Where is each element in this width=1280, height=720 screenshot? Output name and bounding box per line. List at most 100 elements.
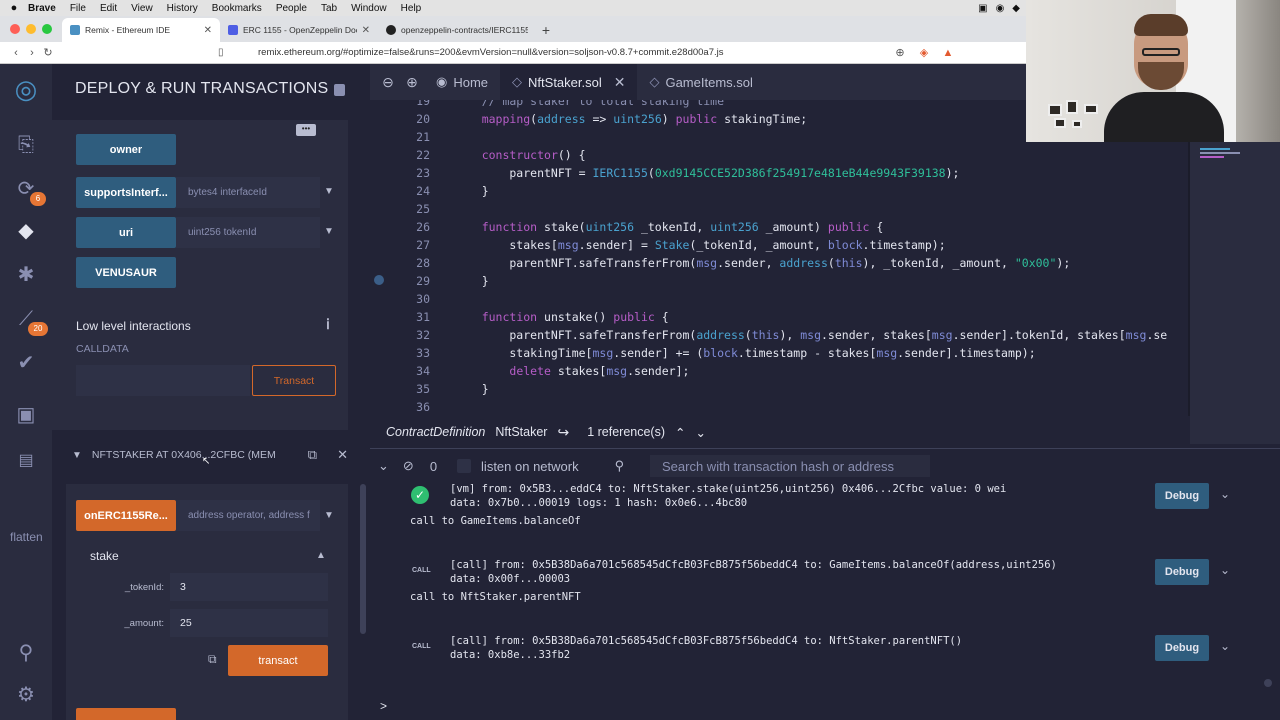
remix-logo-icon[interactable]: ◎ <box>13 76 39 102</box>
code-line[interactable]: 33 stakingTime[msg.sender] += (block.tim… <box>370 344 1190 362</box>
menubar-window[interactable]: Window <box>351 3 387 14</box>
close-tab-icon[interactable]: ✕ <box>204 25 212 36</box>
unit-testing-icon[interactable]: ✔ <box>13 350 39 376</box>
deploy-run-icon[interactable]: ◆ <box>13 218 39 244</box>
onreceived-params-input[interactable]: address operator, address f <box>176 500 320 531</box>
menubar-history[interactable]: History <box>167 3 198 14</box>
zoom-icon[interactable]: ⊕ <box>892 46 908 59</box>
code-line[interactable]: 22 constructor() { <box>370 146 1190 164</box>
editor-minimap[interactable] <box>1190 140 1280 444</box>
maximize-window-icon[interactable] <box>42 24 52 34</box>
back-icon[interactable]: ‹ <box>8 47 24 59</box>
log-line-1[interactable]: [call] from: 0x5B38Da6a701c568545dCfcB03… <box>450 635 962 647</box>
supportsinterface-button[interactable]: supportsInterf... <box>76 177 176 208</box>
code-editor[interactable]: 19 // map staker to total staking time 20… <box>370 100 1190 416</box>
terminal-search-input[interactable]: Search with transaction hash or address <box>650 455 930 477</box>
chevron-down-icon[interactable]: ⌄ <box>696 425 706 440</box>
debug-button[interactable]: Debug <box>1155 559 1209 585</box>
owner-button[interactable]: owner <box>76 134 176 165</box>
terminal-prompt[interactable]: > <box>380 699 387 713</box>
chevron-down-icon[interactable]: ▼ <box>72 450 82 461</box>
code-line[interactable]: 27 stakes[msg.sender] = Stake(_tokenId, … <box>370 236 1190 254</box>
code-line[interactable]: 28 parentNFT.safeTransferFrom(msg.sender… <box>370 254 1190 272</box>
menubar-bookmarks[interactable]: Bookmarks <box>212 3 262 14</box>
info-icon[interactable]: ⅰ <box>326 316 330 333</box>
tokenid-param-input[interactable]: 3 <box>170 573 328 601</box>
chevron-up-icon[interactable]: ▲ <box>316 550 326 561</box>
panel-docs-icon[interactable] <box>334 84 345 96</box>
tokenid-input[interactable]: uint256 tokenId <box>176 217 320 248</box>
chevron-down-icon[interactable]: ⌄ <box>1220 639 1230 653</box>
log-line-1[interactable]: [vm] from: 0x5B3...eddC4 to: NftStaker.s… <box>450 483 1006 495</box>
plugin-manager-icon[interactable]: ⚲ <box>13 640 39 666</box>
chevron-up-icon[interactable]: ⌃ <box>675 425 685 440</box>
apple-icon[interactable]: ● <box>0 2 28 14</box>
clear-terminal-icon[interactable]: ⊘ <box>403 458 414 474</box>
menubar-people[interactable]: People <box>276 3 307 14</box>
next-function-button[interactable] <box>76 708 176 720</box>
amount-param-input[interactable]: 25 <box>170 609 328 637</box>
minimize-window-icon[interactable] <box>26 24 36 34</box>
chevron-down-icon[interactable]: ⌄ <box>1220 487 1230 501</box>
stake-transact-button[interactable]: transact <box>228 645 328 676</box>
deployed-instance-header[interactable]: ▼ NFTSTAKER AT 0X406...2CFBC (MEM ⧉ ✕ <box>66 442 348 468</box>
browser-tab-remix[interactable]: Remix - Ethereum IDE ✕ <box>62 18 220 42</box>
zoom-in-icon[interactable]: ⊕ <box>400 74 424 91</box>
low-level-transact-button[interactable]: Transact <box>252 365 336 396</box>
terminal-scrollbar[interactable] <box>1264 679 1272 687</box>
bookmark-icon[interactable]: ▯ <box>218 47 224 58</box>
collapse-terminal-icon[interactable]: ⌄ <box>378 458 389 474</box>
new-tab-icon[interactable]: + <box>536 18 556 42</box>
url-field[interactable]: remix.ethereum.org/#optimize=false&runs=… <box>258 47 724 58</box>
reload-icon[interactable]: ↻ <box>40 46 56 59</box>
brave-rewards-icon[interactable]: ▲ <box>940 47 956 59</box>
close-tab-icon[interactable]: ✕ <box>362 25 370 36</box>
more-options-icon[interactable]: ••• <box>296 124 316 136</box>
panel-scrollbar[interactable] <box>360 484 366 634</box>
calldata-input[interactable] <box>76 365 250 396</box>
chevron-down-icon[interactable]: ⌄ <box>1220 563 1230 577</box>
code-line[interactable]: 25 <box>370 200 1190 218</box>
zoom-out-icon[interactable]: ⊖ <box>376 74 400 91</box>
browser-tab-github[interactable]: openzeppelin-contracts/IERC1155R <box>378 18 536 42</box>
venusaur-button[interactable]: VENUSAUR <box>76 257 176 288</box>
code-line[interactable]: 34 delete stakes[msg.sender]; <box>370 362 1190 380</box>
file-explorer-icon[interactable]: ⎘ <box>13 132 39 158</box>
breakpoint-icon[interactable] <box>374 275 384 285</box>
debug-button[interactable]: Debug <box>1155 483 1209 509</box>
brave-shield-icon[interactable]: ◈ <box>916 46 932 59</box>
close-icon[interactable]: ✕ <box>337 447 348 463</box>
settings-gear-icon[interactable]: ⚙ <box>13 682 39 708</box>
browser-tab-oz-docs[interactable]: ERC 1155 - OpenZeppelin Docs ✕ <box>220 18 378 42</box>
code-line[interactable]: 24 } <box>370 182 1190 200</box>
uri-button[interactable]: uri <box>76 217 176 248</box>
debug-button[interactable]: Debug <box>1155 635 1209 661</box>
code-line[interactable]: 35 } <box>370 380 1190 398</box>
tab-home[interactable]: ◉ Home <box>424 64 500 100</box>
chevron-down-icon[interactable]: ▼ <box>324 226 334 237</box>
log-line-1[interactable]: [call] from: 0x5B38Da6a701c568545dCfcB03… <box>450 559 1057 571</box>
menubar-help[interactable]: Help <box>401 3 422 14</box>
code-line[interactable]: 29 } <box>370 272 1190 290</box>
close-window-icon[interactable] <box>10 24 20 34</box>
listen-checkbox[interactable] <box>457 459 472 473</box>
tab-gameitems[interactable]: ◇ GameItems.sol <box>637 64 764 100</box>
menubar-edit[interactable]: Edit <box>100 3 117 14</box>
copy-icon[interactable]: ⧉ <box>308 447 317 463</box>
plugin-icon[interactable]: ▣ <box>13 402 39 428</box>
onerc1155received-button[interactable]: onERC1155Re... <box>76 500 176 531</box>
share-icon[interactable]: ↪ <box>557 424 569 441</box>
code-line[interactable]: 30 <box>370 290 1190 308</box>
code-line[interactable]: 26 function stake(uint256 _tokenId, uint… <box>370 218 1190 236</box>
menubar-brand[interactable]: Brave <box>28 3 56 14</box>
interfaceid-input[interactable]: bytes4 interfaceId <box>176 177 320 208</box>
screen-record-icon[interactable]: ▣ <box>978 3 987 14</box>
code-line[interactable]: 23 parentNFT = IERC1155(0xd9145CCE52D386… <box>370 164 1190 182</box>
chevron-down-icon[interactable]: ▼ <box>324 510 334 521</box>
flattener-icon[interactable]: ▤ <box>13 448 39 474</box>
menubar-tab[interactable]: Tab <box>321 3 337 14</box>
debugger-icon[interactable]: ✱ <box>13 262 39 288</box>
shield-icon[interactable]: ◆ <box>1012 3 1020 14</box>
tab-nftstaker[interactable]: ◇ NftStaker.sol ✕ <box>500 64 638 100</box>
code-line[interactable]: 36 <box>370 398 1190 416</box>
